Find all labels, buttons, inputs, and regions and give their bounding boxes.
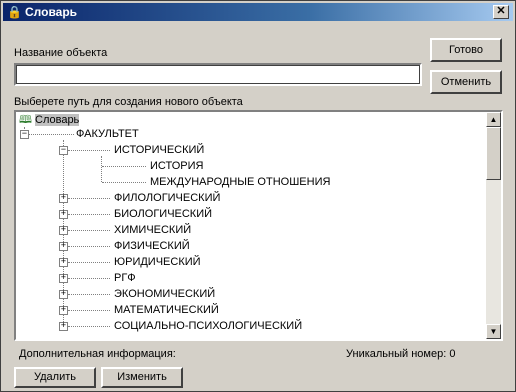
edit-button[interactable]: Изменить — [101, 367, 183, 388]
expand-toggle[interactable]: + — [59, 258, 68, 267]
tree-node-faculty[interactable]: ФАКУЛЬТЕТ — [76, 128, 139, 140]
tree-view[interactable]: 🕮 Словарь − ФАКУЛЬТЕТ − ИСТОРИЧЕСКИЙ ИСТ… — [14, 110, 503, 341]
collapse-toggle[interactable]: − — [20, 130, 29, 139]
collapse-toggle[interactable]: − — [59, 146, 68, 155]
tree-node-historical[interactable]: ИСТОРИЧЕСКИЙ — [114, 144, 204, 156]
delete-button[interactable]: Удалить — [14, 367, 96, 388]
tree-line — [68, 294, 110, 295]
tree-line — [68, 310, 110, 311]
scroll-thumb[interactable] — [486, 127, 501, 180]
title-bar[interactable]: 🔒 Словарь ✕ — [3, 3, 513, 21]
tree-node-social-psychology[interactable]: СОЦИАЛЬНО-ПСИХОЛОГИЧЕСКИЙ — [114, 320, 302, 332]
tree-line — [68, 230, 110, 231]
tree-line — [68, 326, 110, 327]
object-name-label: Название объекта — [14, 47, 108, 59]
expand-toggle[interactable]: + — [59, 322, 68, 331]
expand-toggle[interactable]: + — [59, 290, 68, 299]
expand-toggle[interactable]: + — [59, 210, 68, 219]
tree-line — [29, 134, 74, 135]
vertical-scrollbar[interactable]: ▲ ▼ — [486, 112, 501, 339]
tree-node-rgf[interactable]: РГФ — [114, 272, 136, 284]
tree-node-physics[interactable]: ФИЗИЧЕСКИЙ — [114, 240, 190, 252]
tree-line — [68, 214, 110, 215]
lock-icon: 🔒 — [7, 5, 22, 19]
path-label: Выберете путь для создания нового объект… — [14, 96, 243, 108]
tree-node-biology[interactable]: БИОЛОГИЧЕСКИЙ — [114, 208, 212, 220]
tree-node-economics[interactable]: ЭКОНОМИЧЕСКИЙ — [114, 288, 215, 300]
tree-node-international-relations[interactable]: МЕЖДУНАРОДНЫЕ ОТНОШЕНИЯ — [150, 176, 330, 188]
book-icon: 🕮 — [19, 114, 32, 126]
unique-number-label: Уникальный номер: 0 — [346, 348, 456, 360]
object-name-input[interactable] — [14, 63, 422, 86]
tree-line — [68, 198, 110, 199]
scroll-down-button[interactable]: ▼ — [486, 324, 501, 339]
tree-node-math[interactable]: МАТЕМАТИЧЕСКИЙ — [114, 304, 219, 316]
tree-line — [68, 278, 110, 279]
tree-node-root[interactable]: Словарь — [35, 114, 80, 126]
window-title: Словарь — [25, 5, 78, 19]
expand-toggle[interactable]: + — [59, 274, 68, 283]
tree-node-history[interactable]: ИСТОРИЯ — [150, 160, 203, 172]
tree-line — [102, 182, 146, 183]
ok-button[interactable]: Готово — [430, 38, 502, 62]
close-button[interactable]: ✕ — [493, 5, 509, 19]
tree-node-law[interactable]: ЮРИДИЧЕСКИЙ — [114, 256, 201, 268]
tree-content: 🕮 Словарь − ФАКУЛЬТЕТ − ИСТОРИЧЕСКИЙ ИСТ… — [16, 112, 488, 339]
tree-node-philology[interactable]: ФИЛОЛОГИЧЕСКИЙ — [114, 192, 220, 204]
tree-node-chemistry[interactable]: ХИМИЧЕСКИЙ — [114, 224, 191, 236]
expand-toggle[interactable]: + — [59, 242, 68, 251]
tree-line — [68, 262, 110, 263]
expand-toggle[interactable]: + — [59, 226, 68, 235]
additional-info-label: Дополнительная информация: — [19, 348, 176, 360]
tree-line — [101, 156, 102, 182]
cancel-button[interactable]: Отменить — [430, 70, 502, 94]
scroll-up-button[interactable]: ▲ — [486, 112, 501, 127]
tree-line — [102, 166, 146, 167]
tree-line — [68, 246, 110, 247]
dictionary-window: 🔒 Словарь ✕ Название объекта Готово Отме… — [0, 0, 516, 392]
expand-toggle[interactable]: + — [59, 194, 68, 203]
expand-toggle[interactable]: + — [59, 306, 68, 315]
tree-line — [68, 150, 110, 151]
